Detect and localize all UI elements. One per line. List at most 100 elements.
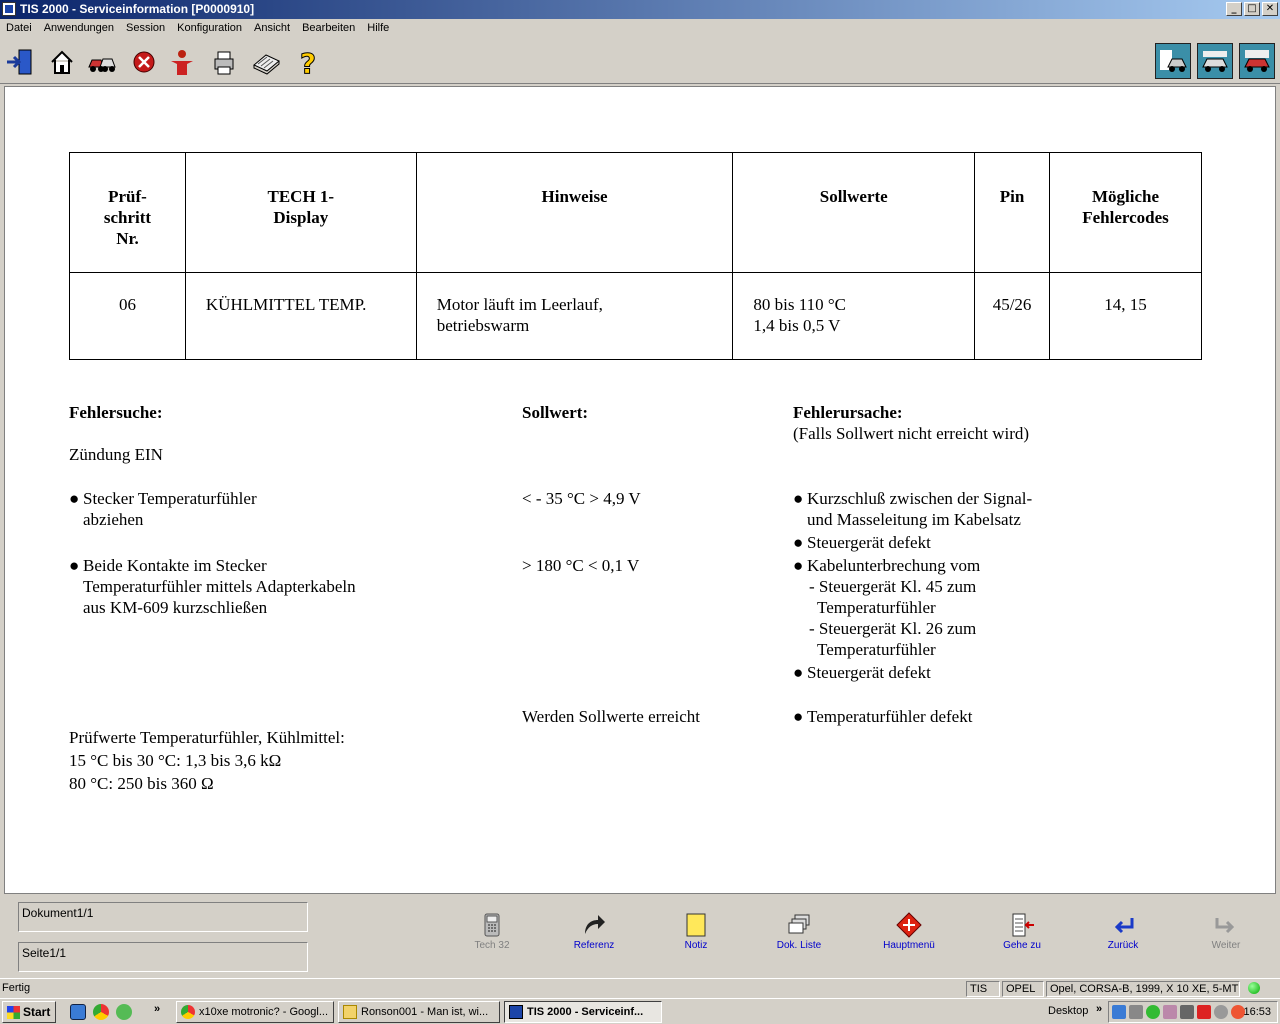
header-fault-codes: Mögliche Fehlercodes (1049, 152, 1202, 273)
back-button[interactable]: Zurück (1083, 912, 1163, 956)
quicklaunch-chrome-icon[interactable] (93, 1004, 109, 1020)
quicklaunch-more-icon[interactable]: » (154, 1003, 160, 1015)
cause3-sub-a2: Temperaturfühler (817, 598, 936, 617)
cell-step: 06 (69, 272, 186, 360)
header-target-values: Sollwerte (732, 152, 976, 273)
menu-anwendungen[interactable]: Anwendungen (38, 19, 120, 38)
chrome-icon (181, 1005, 195, 1019)
window-controls: _ □ ✕ (1226, 2, 1278, 16)
reference-arrow-icon (585, 915, 605, 934)
note-icon (686, 913, 706, 937)
sollwert-heading: Sollwert: (522, 403, 589, 422)
main-menu-button[interactable]: Hauptmenü (869, 912, 949, 956)
cell-target-values: 80 bis 110 °C 1,4 bis 0,5 V (732, 272, 976, 360)
desktop-toolbar[interactable]: Desktop (1048, 1005, 1088, 1017)
system-tray: 16:53 (1108, 1001, 1278, 1023)
vehicle-select-icon[interactable] (84, 44, 120, 80)
menu-bearbeiten[interactable]: Bearbeiten (296, 19, 361, 38)
print-icon[interactable] (206, 44, 242, 80)
navigation-panel: Dokument1/1 Seite1/1 Tech 32 Referenz No… (0, 895, 1280, 975)
network-tray-icon[interactable] (1112, 1005, 1126, 1019)
vehicle-data-icon[interactable] (1155, 43, 1191, 79)
ignition-on-text: Zündung EIN (69, 445, 163, 464)
close-button[interactable]: ✕ (1262, 2, 1278, 16)
cell-fault-codes: 14, 15 (1049, 272, 1202, 360)
tech32-button[interactable]: Tech 32 (452, 912, 532, 956)
quicklaunch-app-icon[interactable] (116, 1004, 132, 1020)
home-icon[interactable] (44, 44, 80, 80)
reference-button[interactable]: Referenz (554, 912, 634, 956)
help-icon[interactable]: ? (290, 44, 326, 80)
menu-bar: Datei Anwendungen Session Konfiguration … (0, 19, 1280, 38)
security-tray-icon[interactable] (1197, 1005, 1211, 1019)
goto-icon (1012, 913, 1034, 937)
header-tech1-display: TECH 1- Display (184, 152, 417, 273)
document-list-icon (788, 914, 810, 934)
task-folder[interactable]: Ronson001 - Man ist, wi... (338, 1001, 500, 1023)
vehicle-service-icon[interactable] (1239, 43, 1275, 79)
cell-hints: Motor läuft im Leerlauf, betriebswarm (415, 272, 734, 360)
desktop-more-icon[interactable]: » (1096, 1003, 1102, 1015)
tray-icon-2[interactable] (1129, 1005, 1143, 1019)
app-icon[interactable] (2, 2, 16, 16)
tray-icon-3[interactable] (1146, 1005, 1160, 1019)
task-google-search[interactable]: x10xe motronic? - Googl... (176, 1001, 334, 1023)
fehlerursache-subheading: (Falls Sollwert nicht erreicht wird) (793, 424, 1030, 443)
page-counter-field: Seite1/1 (18, 942, 308, 972)
toolbar: ? (0, 40, 1280, 84)
test-values-heading: Prüfwerte Temperaturfühler, Kühlmittel: (69, 728, 345, 747)
status-text: Fertig (2, 982, 31, 994)
document-view: Prüf-schritt Nr. TECH 1- Display Hinweise … (4, 86, 1276, 894)
taskbar: Start » x10xe motronic? - Googl... Ronso… (0, 998, 1280, 1024)
goto-button[interactable]: Gehe zu (982, 912, 1062, 956)
menu-session[interactable]: Session (120, 19, 171, 38)
start-button[interactable]: Start (2, 1001, 56, 1023)
step1-target-value: < - 35 °C > 4,9 V (522, 489, 641, 508)
minimize-button[interactable]: _ (1226, 2, 1242, 16)
svg-text:?: ? (300, 47, 316, 77)
tray-icon-7[interactable] (1214, 1005, 1228, 1019)
header-hints: Hinweise (415, 152, 734, 273)
header-pin: Pin (974, 152, 1051, 273)
clock: 16:53 (1243, 1006, 1271, 1018)
test-value-1: 15 °C bis 30 °C: 1,3 bis 3,6 kΩ (69, 751, 282, 770)
quicklaunch-ie-icon[interactable] (70, 1004, 86, 1020)
tray-icon-4[interactable] (1163, 1005, 1177, 1019)
table-header-row: Prüf-schritt Nr. TECH 1- Display Hinweise … (69, 152, 1202, 273)
user-icon[interactable] (164, 44, 200, 80)
volume-tray-icon[interactable] (1180, 1005, 1194, 1019)
forward-arrow-icon (1215, 918, 1235, 934)
test-step-table: Prüf-schritt Nr. TECH 1- Display Hinweise … (69, 152, 1202, 360)
fehlerursache-heading: Fehlerursache: (793, 403, 903, 422)
stop-icon[interactable] (126, 44, 162, 80)
menu-hilfe[interactable]: Hilfe (361, 19, 395, 38)
menu-konfiguration[interactable]: Konfiguration (171, 19, 248, 38)
exit-icon[interactable] (2, 44, 38, 80)
book-icon[interactable] (248, 44, 284, 80)
cell-display: KÜHLMITTEL TEMP. (184, 272, 417, 360)
table-row: 06 KÜHLMITTEL TEMP. Motor läuft im Leerl… (69, 272, 1202, 360)
cause3-sub-b2: Temperaturfühler (817, 640, 936, 659)
windows-logo-icon (7, 1006, 20, 1019)
back-arrow-icon (1114, 918, 1134, 934)
fehlersuche-heading: Fehlersuche: (69, 403, 163, 422)
test-value-2: 80 °C: 250 bis 360 Ω (69, 774, 214, 793)
cell-pin: 45/26 (974, 272, 1051, 360)
menu-ansicht[interactable]: Ansicht (248, 19, 296, 38)
values-reached-text: Werden Sollwerte erreicht (522, 707, 700, 726)
cause3-sub-b1: - Steuergerät Kl. 26 zum (809, 619, 977, 638)
document-list-button[interactable]: Dok. Liste (759, 912, 839, 956)
step2-target-value: > 180 °C < 0,1 V (522, 556, 640, 575)
main-menu-icon (896, 912, 922, 938)
forward-button[interactable]: Weiter (1186, 912, 1266, 956)
status-vehicle: Opel, CORSA-B, 1999, X 10 XE, 5-MT (1046, 981, 1240, 997)
task-tis2000[interactable]: TIS 2000 - Serviceinf... (504, 1001, 662, 1023)
note-button[interactable]: Notiz (656, 912, 736, 956)
vehicle-diagnosis-icon[interactable] (1197, 43, 1233, 79)
header-step: Prüf-schritt Nr. (69, 152, 186, 273)
menu-datei[interactable]: Datei (0, 19, 38, 38)
status-make: OPEL (1002, 981, 1044, 997)
window-title: TIS 2000 - Serviceinformation [P0000910] (20, 2, 255, 16)
status-tis: TIS (966, 981, 1000, 997)
maximize-button[interactable]: □ (1244, 2, 1260, 16)
